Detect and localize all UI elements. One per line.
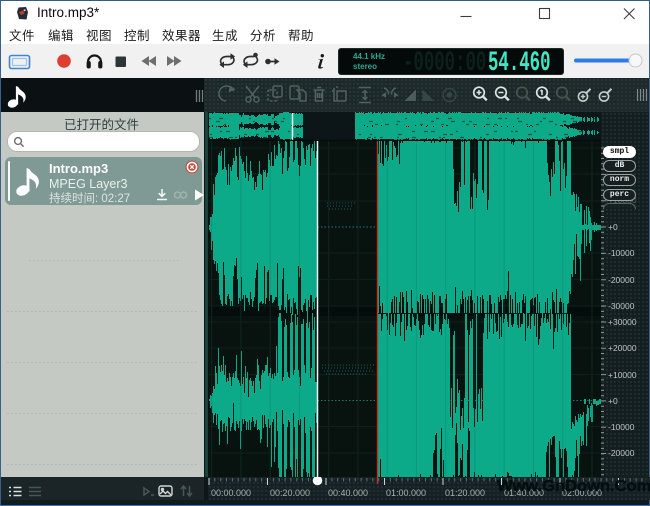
svg-text:-30000: -30000	[608, 301, 635, 311]
svg-text:01:20.000: 01:20.000	[445, 488, 485, 498]
svg-text:+0: +0	[608, 222, 618, 232]
svg-text:+0: +0	[608, 396, 618, 406]
svg-text:-20000: -20000	[608, 275, 635, 285]
svg-text:+10000: +10000	[608, 370, 637, 380]
svg-text:01:00.000: 01:00.000	[386, 488, 426, 498]
svg-text:+20000: +20000	[608, 343, 637, 353]
svg-text:-10000: -10000	[608, 248, 635, 258]
svg-text:+30000: +30000	[608, 317, 637, 327]
svg-text:00:20.000: 00:20.000	[270, 488, 310, 498]
svg-text:-20000: -20000	[608, 448, 635, 458]
svg-text:-10000: -10000	[608, 422, 635, 432]
svg-text:00:00.000: 00:00.000	[211, 488, 251, 498]
svg-text:00:40.000: 00:40.000	[328, 488, 368, 498]
